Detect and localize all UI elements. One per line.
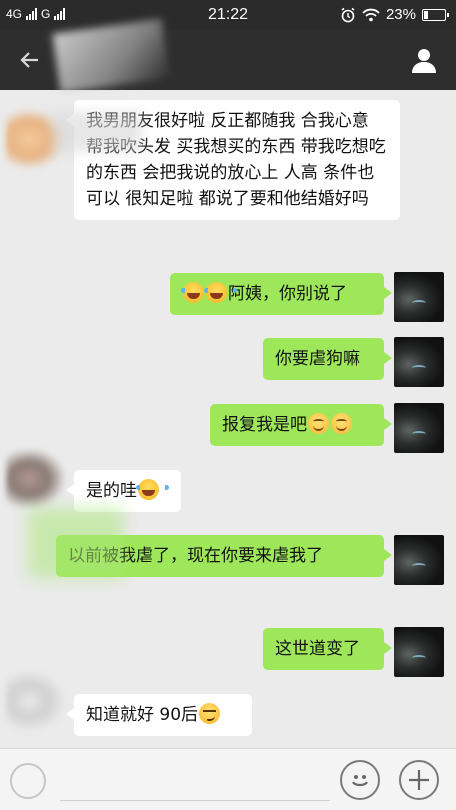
my-avatar[interactable] [394,403,444,453]
status-bar: 4G G 21:22 23% [0,0,456,30]
profile-button[interactable] [406,42,442,78]
message-bubble-outgoing[interactable]: 以前被我虐了，现在你要来虐我了 [56,535,392,577]
more-button[interactable] [399,760,439,800]
input-bar [0,748,456,810]
contact-avatar[interactable] [6,110,64,168]
chat-header [0,18,456,94]
contact-avatar[interactable] [6,672,64,730]
message-bubble-outgoing[interactable]: 这世道变了 [263,628,392,670]
message-bubble-incoming[interactable]: 我男朋友很好啦 反正都随我 合我心意 帮我吹头发 买我想买的东西 带我吃想吃的东… [66,100,400,220]
back-button[interactable] [14,44,46,76]
message-input[interactable] [60,759,330,801]
message-text: 你要虐狗嘛 [275,349,360,369]
message-text: 报复我是吧 [222,415,307,435]
contact-avatar[interactable] [6,450,64,508]
message-bubble-incoming[interactable]: 是的哇 [66,470,181,512]
message-text: 阿姨，你别说了 [228,284,347,304]
back-arrow-icon [20,52,38,68]
plus-icon [409,770,429,790]
wifi-icon [362,8,380,21]
laugh-cry-emoji-icon [136,479,169,500]
message-text: 知道就好 90后 [86,705,199,725]
status-right: 23% [340,6,449,23]
message-bubble-outgoing[interactable]: 报复我是吧 [210,404,392,446]
laugh-cry-emoji-icon [181,282,214,303]
alarm-icon [341,7,355,22]
emoji-button[interactable] [340,760,380,800]
message-text: 以前被我虐了，现在你要来虐我了 [68,546,323,566]
redacted-contact-name [52,18,170,94]
message-bubble-outgoing[interactable]: 阿姨，你别说了 [170,273,392,315]
laugh-cry-emoji-icon [204,282,237,303]
my-avatar[interactable] [394,627,444,677]
message-text: 是的哇 [86,481,137,501]
smile-emoji-icon [331,413,352,434]
message-bubble-outgoing[interactable]: 你要虐狗嘛 [263,338,392,380]
voice-button[interactable] [10,763,46,799]
battery-percent: 23% [385,6,416,23]
message-text: 这世道变了 [275,639,360,659]
message-bubble-incoming[interactable]: 知道就好 90后 [66,694,252,736]
smile-emoji-icon [308,413,329,434]
battery-icon [422,8,449,21]
message-list[interactable]: 我男朋友很好啦 反正都随我 合我心意 帮我吹头发 买我想买的东西 带我吃想吃的东… [0,90,456,748]
my-avatar[interactable] [394,337,444,387]
emoji-icon [352,775,368,787]
my-avatar[interactable] [394,272,444,322]
smirk-emoji-icon [199,703,221,724]
message-text: 我男朋友很好啦 反正都随我 合我心意 帮我吹头发 买我想买的东西 带我吃想吃的东… [86,111,386,209]
my-avatar[interactable] [394,535,444,585]
person-icon [412,49,436,73]
